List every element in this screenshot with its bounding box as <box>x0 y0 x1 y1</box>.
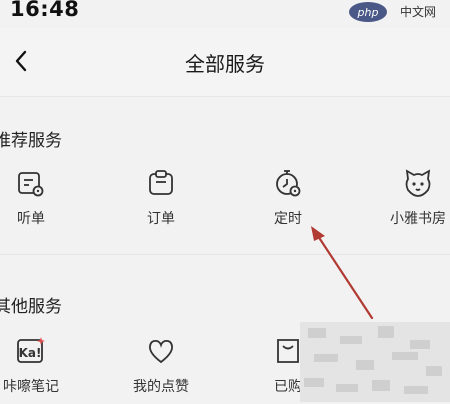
purchased-icon <box>271 334 305 368</box>
service-item-label: 我的点赞 <box>133 379 189 395</box>
service-item-order[interactable]: 订单 <box>106 166 216 236</box>
service-item-label: 咔嚓笔记 <box>3 379 59 395</box>
section-divider <box>0 254 450 255</box>
nav-bar: 全部服务 <box>0 28 450 96</box>
page-title: 全部服务 <box>185 52 265 76</box>
kacha-notes-icon: Ka! <box>14 334 48 368</box>
heart-icon <box>144 334 178 368</box>
service-item-label: 定时 <box>274 211 302 227</box>
xiaoya-study-icon <box>401 166 435 200</box>
header-divider <box>0 96 450 97</box>
php-watermark-logo: php 中文网 <box>349 2 436 22</box>
svg-text:php: php <box>357 6 379 19</box>
service-item-listen-order[interactable]: 听单 <box>0 166 86 236</box>
service-item-purchased[interactable]: 已购 <box>233 334 343 404</box>
svg-text:中文网: 中文网 <box>400 4 436 19</box>
service-item-label: 已购 <box>274 379 302 395</box>
service-item-label: 听单 <box>17 211 45 227</box>
section-title-recommended: 推荐服务 <box>0 131 62 151</box>
listen-order-icon <box>14 166 48 200</box>
status-time: 16:48 <box>10 0 80 21</box>
svg-text:Ka!: Ka! <box>19 346 42 360</box>
section-title-other: 其他服务 <box>0 297 62 317</box>
service-item-timer[interactable]: 定时 <box>233 166 343 236</box>
service-item-label: 小雅书房 <box>390 211 446 227</box>
service-item-label: 订单 <box>147 211 175 227</box>
order-icon <box>144 166 178 200</box>
service-item-xiaoya-study[interactable]: 小雅书房 <box>363 166 450 236</box>
service-item-my-likes[interactable]: 我的点赞 <box>106 334 216 404</box>
timer-icon <box>271 166 305 200</box>
service-item-kacha-notes[interactable]: Ka! 咔嚓笔记 <box>0 334 86 404</box>
status-bar: 16:48 php 中文网 <box>0 0 450 28</box>
